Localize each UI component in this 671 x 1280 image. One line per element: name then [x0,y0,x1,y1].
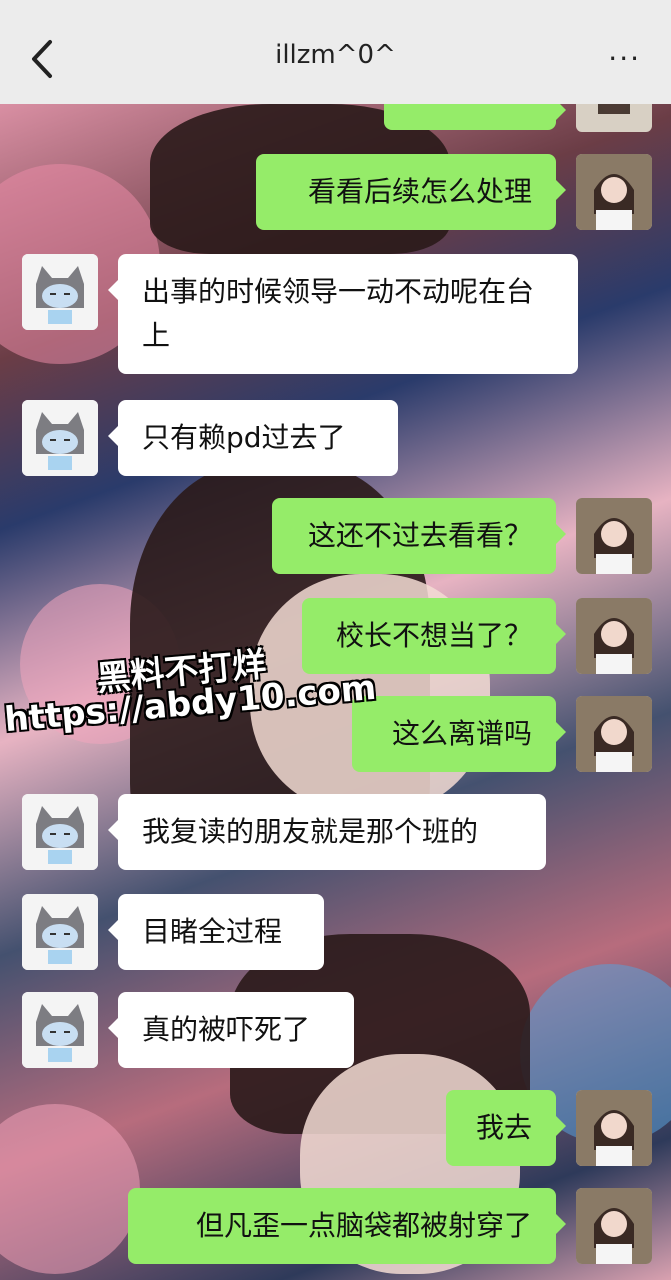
my-avatar[interactable] [576,696,652,772]
my-avatar[interactable] [576,154,652,230]
my-avatar[interactable] [576,498,652,574]
my-avatar[interactable] [576,104,652,132]
message-bubble[interactable]: 目睹全过程 [108,894,324,970]
message-bubble[interactable]: 校长不想当了？ [302,598,566,674]
contact-avatar[interactable] [22,254,98,330]
message-bubble[interactable]: 真的被吓死了 [108,992,354,1068]
contact-avatar[interactable] [22,400,98,476]
message-bubble[interactable]: 出事的时候领导一动不动呢在台上 [108,254,578,374]
message-bubble[interactable]: 这还不过去看看？ [272,498,566,574]
contact-avatar[interactable] [22,992,98,1068]
my-avatar[interactable] [576,1188,652,1264]
message-bubble[interactable]: 但凡歪一点脑袋都被射穿了 [128,1188,566,1264]
message-bubble[interactable]: 我去 [446,1090,566,1166]
more-options-button[interactable]: ··· [608,42,641,75]
message-bubble[interactable]: 只有赖pd过去了 [108,400,398,476]
message-bubble[interactable]: 我复读的朋友就是那个班的 [108,794,546,870]
contact-avatar[interactable] [22,794,98,870]
chat-header: illzm^0^ ··· [0,0,671,104]
message-bubble[interactable]: 看看后续怎么处理 [256,154,566,230]
chat-area[interactable]: 看看后续怎么处理 出事的时候领导一动不动呢在台上 只有赖pd过去了 这还不过去看… [0,104,671,1280]
message-bubble[interactable]: 这么离谱吗 [352,696,566,772]
contact-avatar[interactable] [22,894,98,970]
background-ornament [0,1104,140,1274]
my-avatar[interactable] [576,1090,652,1166]
message-bubble-partial[interactable] [384,104,566,130]
my-avatar[interactable] [576,598,652,674]
chat-title: illzm^0^ [275,40,396,70]
